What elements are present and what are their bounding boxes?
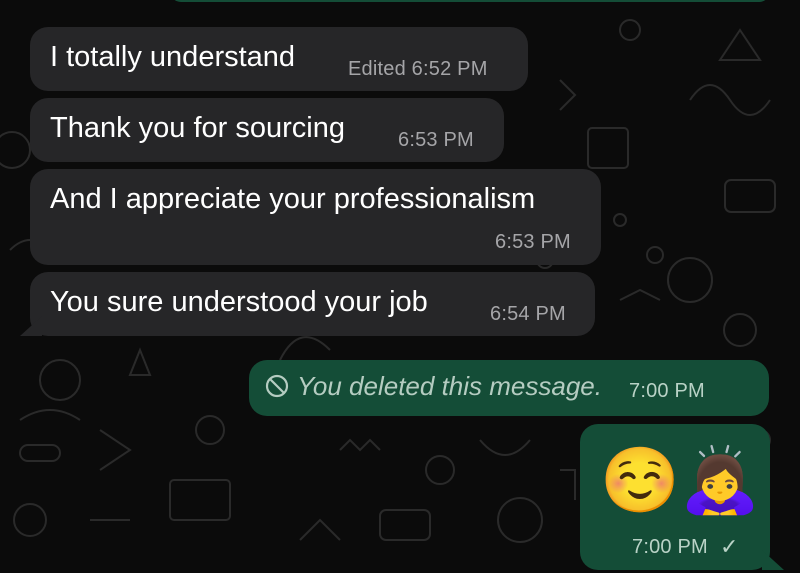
message-meta: 6:54 PM [490,303,566,325]
outgoing-deleted-message-bubble[interactable]: You deleted this message. 7:00 PM [249,360,769,416]
message-meta: 7:00 PM [632,536,708,558]
incoming-message-bubble[interactable]: Thank you for sourcing 6:53 PM [30,98,504,162]
message-text: Thank you for sourcing [50,112,345,144]
incoming-message-bubble[interactable]: I totally understand Edited 6:52 PM [30,27,528,91]
message-text: I totally understand [50,41,296,73]
message-text: And I appreciate your professionalism [50,183,536,215]
partial-previous-bubble [170,0,770,2]
incoming-message-bubble[interactable]: You sure understood your job 6:54 PM [30,272,595,336]
incoming-message-bubble[interactable]: And I appreciate your professionalism 6:… [30,169,601,265]
message-meta: 6:53 PM [495,231,571,253]
smiling-face-emoji: ☺️ [600,444,680,516]
message-text: You sure understood your job [50,286,428,318]
message-meta: Edited 6:52 PM [348,58,488,80]
deleted-message-text: You deleted this message. [297,371,602,401]
bowing-woman-emoji: 🙇‍♀️ [680,444,760,516]
prohibited-icon [265,374,289,398]
message-meta: 6:53 PM [398,129,474,151]
sent-checkmark-icon: ✓ [720,534,739,559]
message-meta: 7:00 PM [629,380,705,402]
outgoing-emoji-message-bubble[interactable]: ☺️ 🙇‍♀️ 7:00 PM ✓ [580,424,770,570]
